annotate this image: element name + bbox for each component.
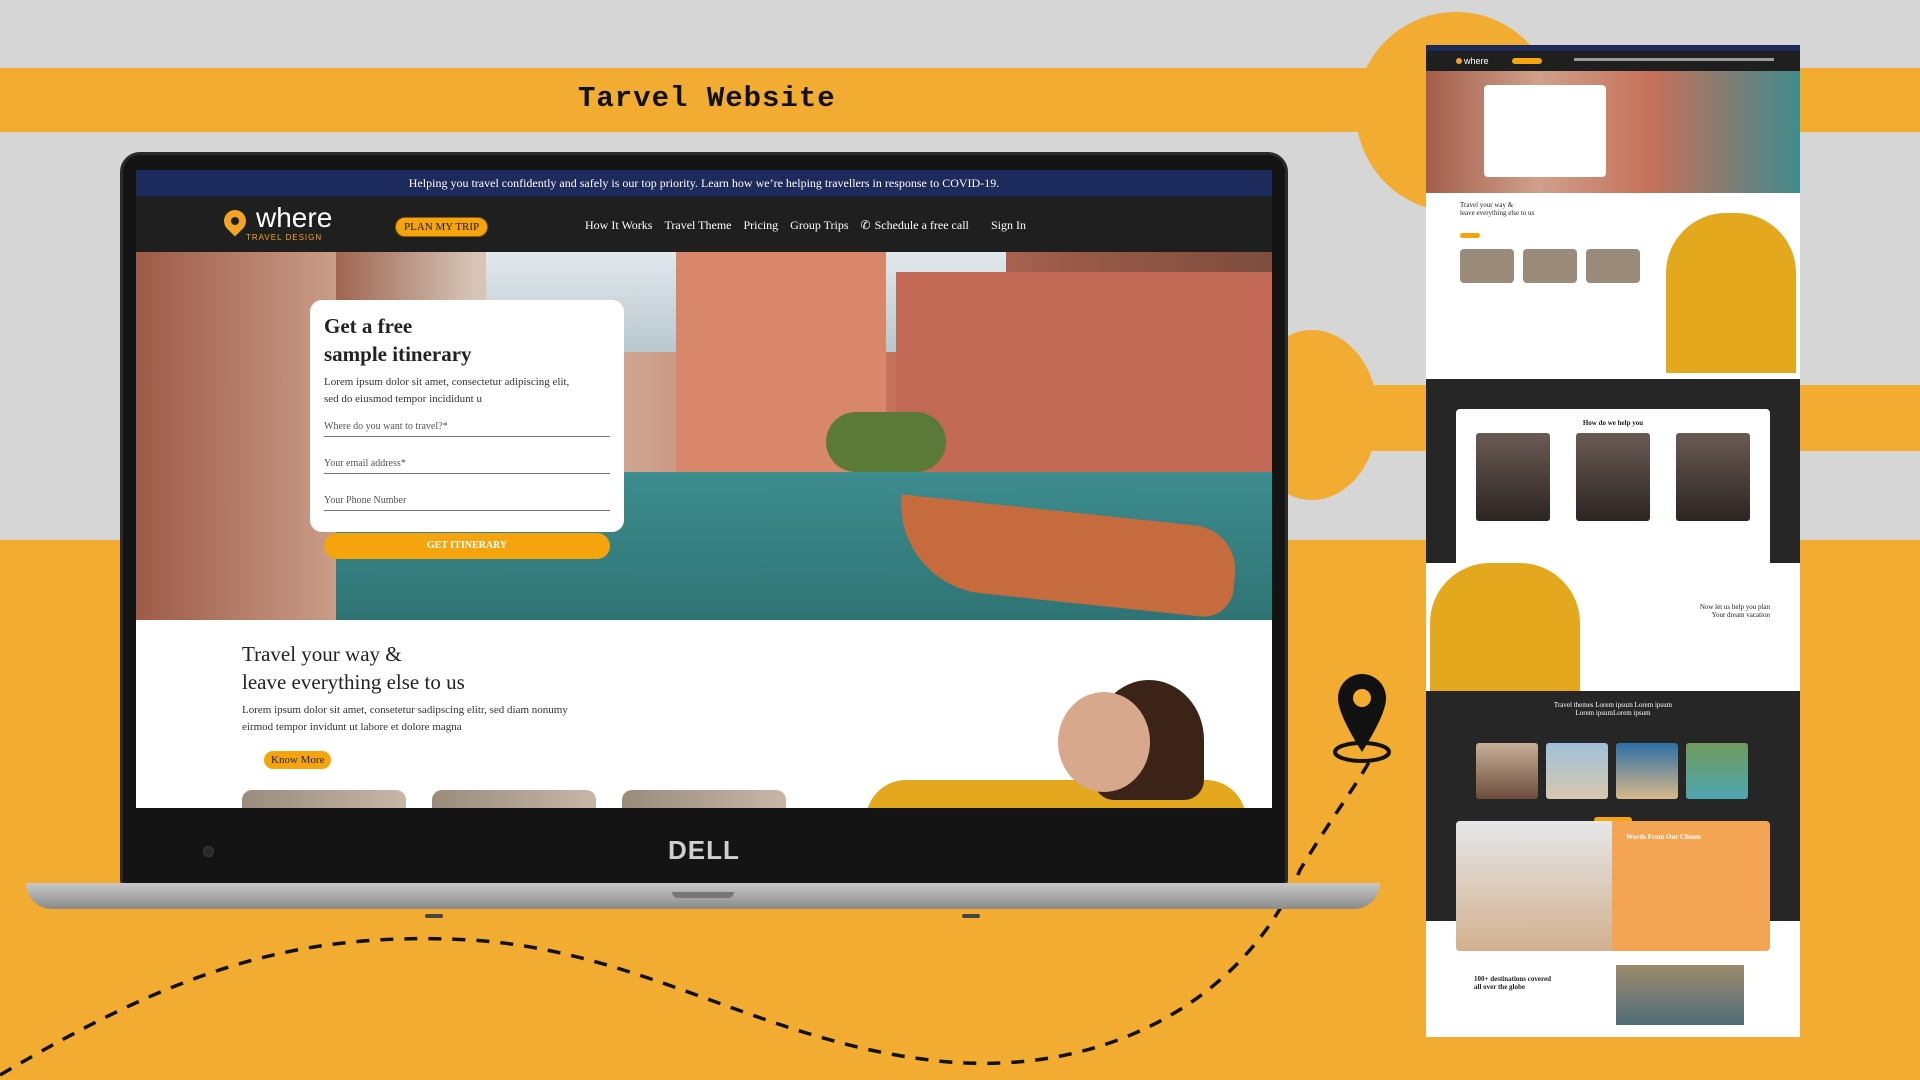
know-more-button[interactable]: Know More: [264, 751, 332, 769]
preview-theme-card: [1546, 743, 1608, 799]
traveler-photo: [826, 680, 1256, 808]
preview-plan-title-line: Now let us help you plan: [1699, 603, 1770, 611]
travel-section: Travel your way & leave everything else …: [136, 620, 1272, 808]
preview-themes-title: Travel themes Lorem ipsum Lorem ipsum Lo…: [1426, 691, 1800, 717]
preview-theme-card: [1616, 743, 1678, 799]
travel-desc-line: eirmod tempor invidunt ut labore et dolo…: [242, 721, 462, 733]
feature-thumbnail: [432, 790, 596, 808]
preview-themes-title-line: Lorem ipsumLorem ipsum: [1575, 709, 1651, 717]
preview-travel-title-line: leave everything else to us: [1460, 209, 1535, 217]
navbar: where TRAVEL DESIGN PLAN MY TRIP How It …: [136, 196, 1272, 252]
preview-plan-title: Now let us help you plan Your dream vaca…: [1700, 603, 1770, 619]
preview-plan-section: Now let us help you plan Your dream vaca…: [1426, 563, 1800, 691]
get-itinerary-button[interactable]: GET ITINERARY: [324, 533, 610, 559]
preview-navbar: where: [1426, 51, 1800, 71]
laptop-notch: [672, 892, 734, 898]
preview-thumb: [1586, 249, 1640, 283]
preview-plan-button: [1512, 58, 1542, 64]
form-title-line: sample itinerary: [324, 342, 472, 366]
phone-icon: ✆: [860, 218, 871, 232]
covid-banner[interactable]: Helping you travel confidently and safel…: [136, 170, 1272, 196]
hero-image-trees: [826, 412, 946, 472]
preview-traveler-photo: [1430, 563, 1580, 691]
preview-theme-card: [1476, 743, 1538, 799]
preview-theme-card: [1686, 743, 1748, 799]
webcam: [203, 846, 214, 857]
preview-testimonial-title: Words From Our Clients: [1626, 833, 1701, 841]
location-marker-icon: [1333, 674, 1391, 763]
laptop-foot: [962, 914, 980, 918]
laptop-brand: DELL: [668, 835, 740, 865]
preview-destinations-title: 100+ destinations covered all over the g…: [1474, 975, 1551, 991]
traveler-face: [1058, 692, 1150, 792]
itinerary-form: Get a free sample itinerary Lorem ipsum …: [310, 300, 624, 559]
preview-menu: [1574, 58, 1774, 61]
laptop-foot: [425, 914, 443, 918]
preview-help-image: [1676, 433, 1750, 521]
preview-thumb: [1523, 249, 1577, 283]
full-page-preview: where Travel your way & leave everything…: [1426, 45, 1800, 1037]
nav-menu: How It Works Travel Theme Pricing Group …: [585, 218, 981, 233]
email-field[interactable]: Your email address*: [324, 455, 610, 474]
nav-item-group-trips[interactable]: Group Trips: [790, 218, 848, 233]
preview-plan-title-line: Your dream vacation: [1711, 611, 1770, 619]
sign-in-link[interactable]: Sign In: [991, 218, 1026, 233]
preview-destinations-line: 100+ destinations covered: [1474, 975, 1551, 983]
travel-title-line: Travel your way &: [242, 642, 402, 666]
schedule-call-link[interactable]: Schedule a free call: [875, 218, 969, 233]
preview-help-image: [1576, 433, 1650, 521]
form-description: Lorem ipsum dolor sit amet, consectetur …: [324, 374, 610, 408]
preview-logo: where: [1456, 56, 1489, 66]
preview-desert-image: [1456, 821, 1612, 951]
logo[interactable]: where TRAVEL DESIGN: [219, 202, 333, 242]
form-title-line: Get a free: [324, 314, 413, 338]
preview-form: [1484, 85, 1606, 177]
preview-thumb: [1460, 249, 1514, 283]
feature-thumbnail: [242, 790, 406, 808]
nav-item-pricing[interactable]: Pricing: [743, 218, 778, 233]
phone-field[interactable]: Your Phone Number: [324, 492, 610, 511]
preview-hero: [1426, 71, 1800, 193]
preview-themes-title-line: Travel themes Lorem ipsum Lorem ipsum: [1553, 701, 1673, 709]
hero-section: Get a free sample itinerary Lorem ipsum …: [136, 252, 1272, 620]
preview-travel-title-line: Travel your way &: [1460, 201, 1514, 209]
preview-destinations-line: all over the globe: [1474, 983, 1526, 991]
nav-item-travel-theme[interactable]: Travel Theme: [664, 218, 731, 233]
logo-subtitle: TRAVEL DESIGN: [246, 233, 323, 242]
preview-traveler-photo: [1666, 213, 1796, 373]
hero-image-building: [896, 272, 1272, 492]
preview-testimonial-section: Words From Our Clients 100+ destinations…: [1426, 821, 1800, 1031]
form-description-line: Lorem ipsum dolor sit amet, consectetur …: [324, 376, 570, 388]
preview-destinations-image: [1616, 965, 1744, 1025]
travel-section-description: Lorem ipsum dolor sit amet, consetetur s…: [242, 702, 568, 736]
preview-travel-title: Travel your way & leave everything else …: [1460, 201, 1534, 217]
preview-travel-section: Travel your way & leave everything else …: [1426, 193, 1800, 379]
preview-help-title: How do we help you: [1582, 419, 1644, 427]
plan-my-trip-button[interactable]: PLAN MY TRIP: [395, 217, 489, 237]
hero-image-wall: [136, 252, 336, 620]
logo-name: where: [256, 202, 333, 233]
destination-field[interactable]: Where do you want to travel?*: [324, 418, 610, 437]
preview-help-card: How do we help you: [1456, 409, 1770, 577]
feature-thumbnail: [622, 790, 786, 808]
preview-help-image: [1476, 433, 1550, 521]
travel-desc-line: Lorem ipsum dolor sit amet, consetetur s…: [242, 704, 568, 716]
preview-know-more-button: [1460, 233, 1480, 238]
nav-item-how-it-works[interactable]: How It Works: [585, 218, 652, 233]
website-screen: Helping you travel confidently and safel…: [136, 170, 1272, 808]
form-description-line: sed do eiusmod tempor incididunt u: [324, 393, 482, 405]
preview-help-section: How do we help you Now let us help you p…: [1426, 379, 1800, 691]
form-title: Get a free sample itinerary: [324, 312, 610, 368]
travel-section-title: Travel your way & leave everything else …: [242, 640, 465, 696]
travel-title-line: leave everything else to us: [242, 670, 465, 694]
